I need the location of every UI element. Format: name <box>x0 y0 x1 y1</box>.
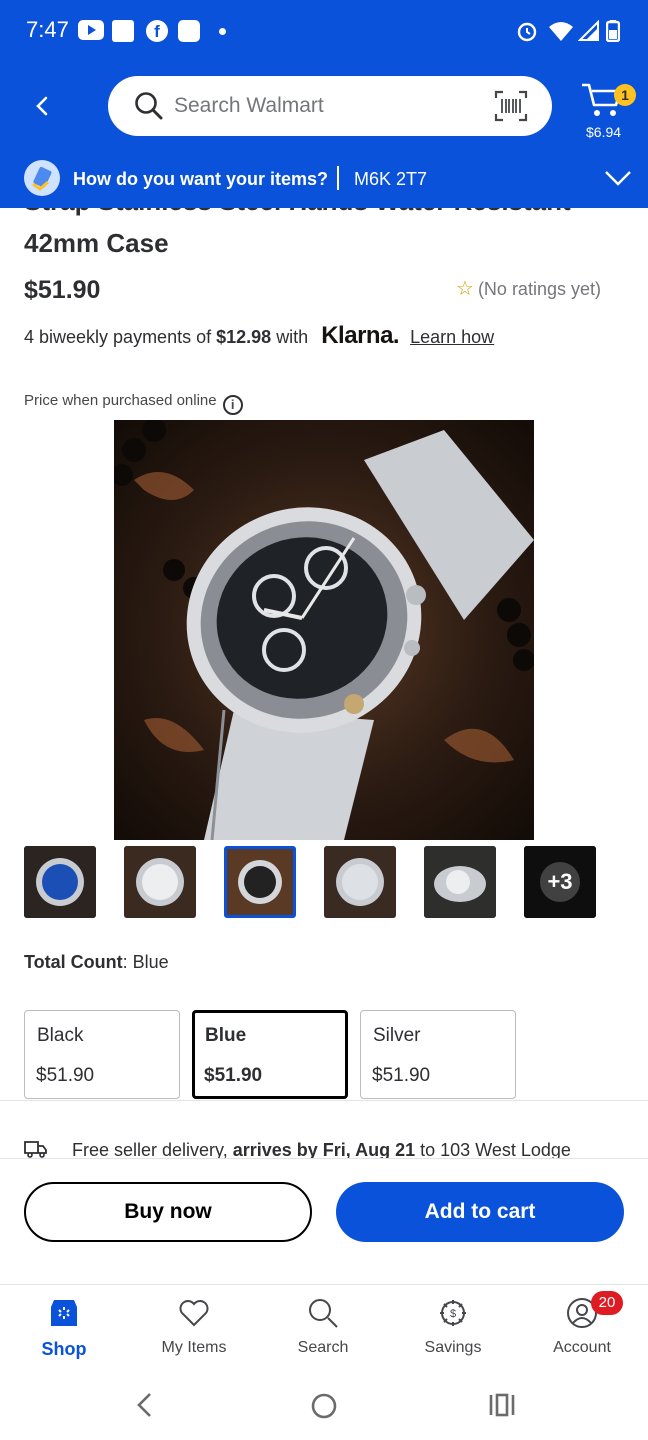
cart-total: $6.94 <box>586 124 622 140</box>
option-blue-selected[interactable]: Blue $51.90 <box>192 1010 348 1099</box>
divider <box>337 166 339 190</box>
price-note: Price when purchased online i <box>24 392 243 415</box>
learn-how-link[interactable]: Learn how <box>410 327 494 347</box>
thumbnail-more[interactable]: +3 <box>524 846 596 918</box>
purchase-actions: Buy now Add to cart <box>0 1158 648 1284</box>
search-icon <box>135 92 163 120</box>
watch-image <box>114 420 534 840</box>
delivery-info: Free seller delivery, arrives by Fri, Au… <box>24 1138 624 1158</box>
tab-shop[interactable]: Shop <box>9 1285 119 1371</box>
tab-label: Shop <box>41 1339 87 1359</box>
variant-label: Total Count: Blue <box>24 952 169 973</box>
system-navigation-bar <box>0 1370 648 1440</box>
truck-icon <box>24 1141 47 1158</box>
cart-count-badge: 1 <box>614 84 636 106</box>
rating-text: (No ratings yet) <box>477 279 601 299</box>
account-notification-badge: 20 <box>591 1291 623 1315</box>
thumbnail-blue-dial[interactable] <box>24 846 96 918</box>
savings-icon: $ <box>440 1300 466 1326</box>
cart-button[interactable]: 1 $6.94 <box>576 76 640 146</box>
product-image[interactable] <box>114 420 534 840</box>
klarna-offer: 4 biweekly payments of $12.98 with Klarn… <box>24 322 494 350</box>
klarna-amount: $12.98 <box>216 327 272 347</box>
option-name: Blue <box>205 1025 247 1046</box>
divider <box>0 1100 648 1101</box>
tab-label: Savings <box>424 1339 482 1356</box>
delivery-pre: Free seller delivery, <box>72 1140 233 1158</box>
fulfillment-question: How do you want your items? <box>73 169 329 189</box>
postal-code: M6K 2T7 <box>354 169 428 189</box>
facebook-icon: f <box>146 20 168 42</box>
option-name: Silver <box>373 1025 421 1046</box>
option-price: $51.90 <box>204 1065 263 1086</box>
wifi-icon <box>549 22 573 41</box>
back-arrow-icon[interactable] <box>28 90 58 122</box>
option-price: $51.90 <box>372 1065 431 1086</box>
fulfillment-bar-overlay[interactable]: How do you want your items? M6K 2T7 <box>0 150 648 208</box>
variant-value: : Blue <box>122 952 169 972</box>
klarna-prefix: 4 biweekly payments of <box>24 327 212 347</box>
delivery-date: arrives by Fri, Aug 21 <box>232 1140 416 1158</box>
info-icon[interactable]: i <box>222 395 243 415</box>
tab-label: Search <box>297 1339 349 1356</box>
notification-icon <box>178 20 200 42</box>
tab-label: My Items <box>161 1339 227 1356</box>
add-to-cart-button[interactable]: Add to cart <box>336 1182 624 1242</box>
tab-savings[interactable]: $ Savings <box>398 1285 508 1371</box>
signal-icon <box>578 20 599 41</box>
battery-icon <box>606 20 620 42</box>
option-name: Black <box>37 1025 84 1046</box>
klarna-with: with <box>276 327 309 347</box>
search-placeholder: Search Walmart <box>174 94 324 117</box>
thumbnail-side-view[interactable] <box>424 846 496 918</box>
tab-my-items[interactable]: My Items <box>139 1285 249 1371</box>
product-page: 7:47 f Search Walmart 1 $6.94 How do you… <box>0 0 648 1440</box>
option-price: $51.90 <box>36 1065 95 1086</box>
barcode-scanner-icon[interactable] <box>494 90 528 122</box>
klarna-logo: Klarna. <box>321 322 400 349</box>
option-black[interactable]: Black $51.90 <box>24 1010 180 1099</box>
system-back-icon[interactable] <box>134 1392 154 1418</box>
thumbnail-strip: +3 <box>24 846 624 918</box>
delivery-address: to 103 West Lodge <box>415 1140 571 1158</box>
shop-icon <box>51 1300 77 1326</box>
system-recents-icon[interactable] <box>488 1392 516 1418</box>
bottom-tab-bar: Shop My Items Search $ Savings 20 Accoun… <box>0 1284 648 1370</box>
tab-search[interactable]: Search <box>268 1285 378 1371</box>
price-note-text: Price when purchased online <box>24 392 217 409</box>
youtube-icon <box>78 20 104 40</box>
variant-name: Total Count <box>24 952 123 972</box>
clock: 7:47 <box>26 17 69 42</box>
more-images-count: +3 <box>524 846 596 918</box>
tab-label: Account <box>553 1339 611 1356</box>
tab-account[interactable]: 20 Account <box>527 1285 637 1371</box>
thumbnail-black-dial-selected[interactable] <box>224 846 296 918</box>
buy-now-button[interactable]: Buy now <box>24 1182 312 1242</box>
rating[interactable]: ☆ (No ratings yet) <box>456 276 601 301</box>
star-outline-icon: ☆ <box>456 278 474 300</box>
product-price: $51.90 <box>24 276 101 304</box>
alarm-icon <box>517 22 537 42</box>
status-bar: 7:47 f <box>0 0 648 62</box>
divider <box>0 1158 648 1159</box>
search-icon <box>309 1299 338 1328</box>
system-home-icon[interactable] <box>310 1392 338 1420</box>
search-bar[interactable]: Search Walmart <box>108 76 552 136</box>
option-silver[interactable]: Silver $51.90 <box>360 1010 516 1099</box>
fulfillment-icon <box>24 160 60 196</box>
more-notifications-icon <box>219 28 226 35</box>
heart-icon <box>179 1300 209 1327</box>
notification-icon <box>112 20 134 42</box>
svg-text:$: $ <box>450 1308 456 1320</box>
chevron-down-icon <box>605 171 631 186</box>
thumbnail-white-dial[interactable] <box>124 846 196 918</box>
product-title-line2: 42mm Case <box>24 228 169 258</box>
thumbnail-silver-dial[interactable] <box>324 846 396 918</box>
